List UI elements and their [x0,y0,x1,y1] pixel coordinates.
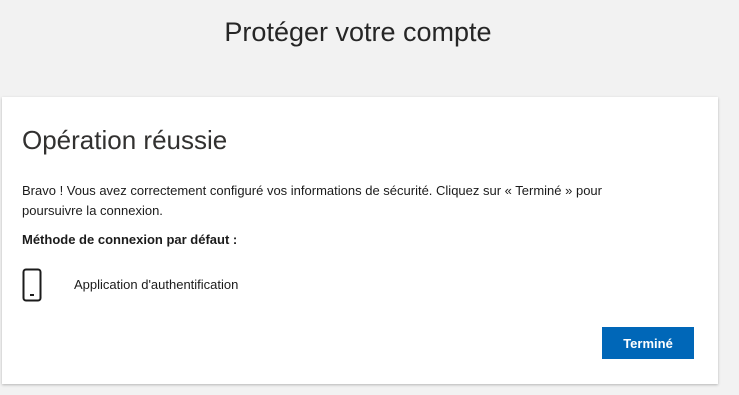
success-message: Bravo ! Vous avez correctement configuré… [22,183,602,218]
page-header: Protéger votre compte [0,0,739,80]
default-method-heading: Méthode de connexion par défaut : [22,232,238,247]
page-title: Protéger votre compte [224,17,492,47]
done-button[interactable]: Terminé [602,327,694,359]
smartphone-icon [22,265,66,305]
default-method-row: Application d'authentification [22,265,238,305]
card-title: Opération réussie [22,125,228,155]
success-card: Opération réussie Bravo ! Vous avez corr… [2,97,718,384]
default-method-label: Application d'authentification [74,277,239,292]
